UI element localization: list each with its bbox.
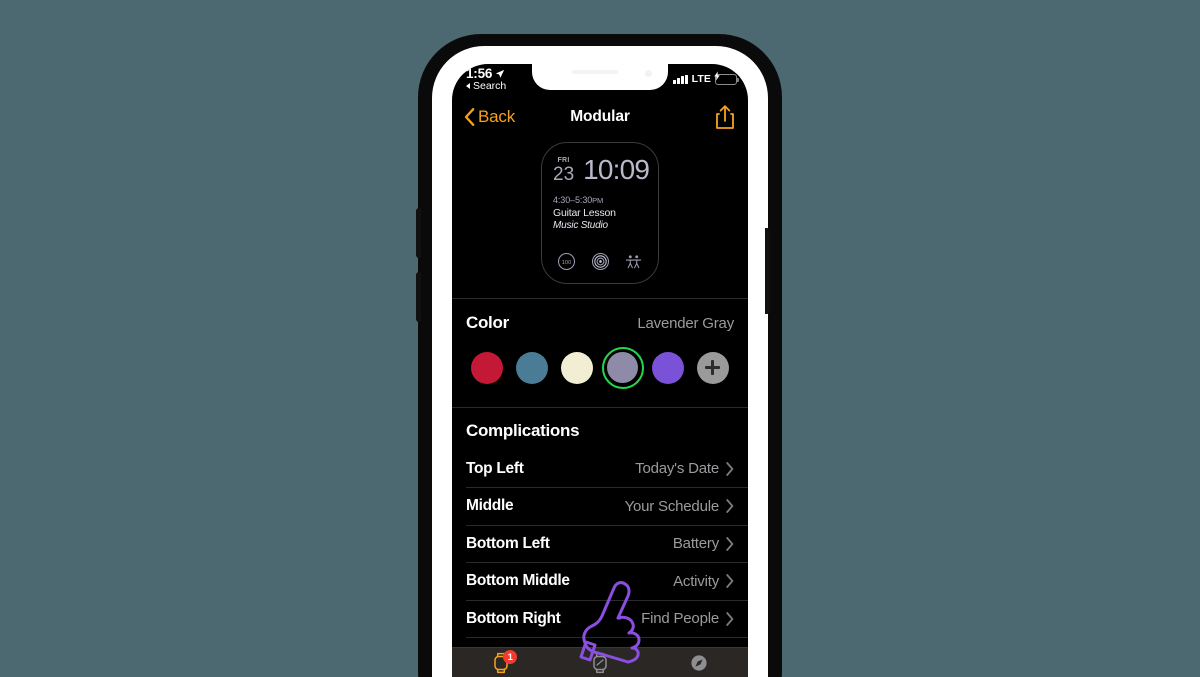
status-bar-right: LTE — [673, 71, 739, 85]
complication-value: Today's Date — [635, 460, 719, 478]
color-swatch-cream[interactable] — [556, 347, 598, 389]
color-swatch-purple[interactable] — [647, 347, 689, 389]
chevron-right-icon — [726, 574, 734, 589]
watch-face-preview[interactable]: FRI 23 10:09 4:30–5:30PM Guitar Lesson M… — [541, 142, 659, 284]
device-notch — [532, 64, 668, 90]
color-section: Color Lavender Gray — [452, 299, 748, 407]
color-section-title: Color — [466, 312, 509, 332]
battery-ring-icon: 100 — [557, 252, 576, 271]
tab-face-gallery[interactable] — [551, 648, 650, 677]
status-time-row: 1:56 — [466, 66, 505, 81]
watch-face-preview-area: FRI 23 10:09 4:30–5:30PM Guitar Lesson M… — [452, 138, 748, 298]
chevron-left-icon — [464, 108, 475, 126]
chevron-right-icon — [726, 612, 734, 626]
watch-face-icon — [593, 652, 607, 673]
watch-complication-your-schedule: 4:30–5:30PM Guitar Lesson Music Studio — [553, 195, 647, 233]
location-arrow-icon — [496, 69, 505, 78]
network-type-label: LTE — [691, 73, 711, 85]
watch-event-time: 4:30–5:30PM — [553, 195, 647, 206]
complication-row-middle[interactable]: Middle Your Schedule — [452, 488, 748, 526]
tab-my-watch[interactable]: 1 — [452, 648, 551, 677]
watch-complication-todays-date: FRI 23 — [553, 157, 574, 184]
chevron-right-icon — [726, 499, 734, 514]
complication-label: Bottom Right — [466, 609, 561, 627]
tab-bar: 1 — [452, 647, 748, 677]
status-bar-left: 1:56 Search — [466, 66, 506, 92]
cellular-signal-icon — [673, 74, 688, 84]
watch-event-title: Guitar Lesson — [553, 207, 616, 220]
complications-section: Complications Top Left Today's Date Midd… — [452, 407, 748, 638]
svg-text:100: 100 — [562, 260, 572, 266]
earpiece-speaker — [572, 70, 618, 74]
color-header: Color Lavender Gray — [466, 313, 734, 333]
status-back-to-app[interactable]: Search — [466, 80, 506, 92]
back-button[interactable]: Back — [464, 107, 515, 127]
complication-row-bottom-middle[interactable]: Bottom Middle Activity — [452, 563, 748, 601]
color-swatch-add-button[interactable] — [692, 347, 734, 389]
back-button-label: Back — [478, 107, 515, 126]
battery-charging-icon — [714, 71, 739, 85]
color-swatch-blue[interactable] — [511, 347, 553, 389]
watch-day-of-week: FRI — [557, 157, 570, 164]
watch-day-number: 23 — [553, 164, 575, 185]
color-swatch-list — [466, 346, 734, 389]
plus-icon — [696, 351, 729, 384]
complication-value: Your Schedule — [624, 497, 720, 515]
complication-value: Activity — [673, 572, 719, 590]
device-side-button[interactable] — [765, 228, 770, 314]
device-volume-down-button[interactable] — [416, 272, 421, 322]
share-icon[interactable] — [714, 104, 736, 130]
complication-label: Bottom Left — [466, 534, 550, 552]
complication-label: Top Left — [466, 459, 524, 477]
complication-label: Middle — [466, 497, 514, 515]
complication-row-bottom-left[interactable]: Bottom Left Battery — [452, 525, 748, 563]
watch-bottom-complications: 100 — [553, 252, 647, 273]
watch-face-top-row: FRI 23 10:09 — [553, 154, 650, 186]
phone-screen: 1:56 Search LTE Back Modular FRI 23 10:0… — [452, 64, 748, 677]
tab-badge: 1 — [503, 650, 518, 664]
chevron-right-icon — [726, 537, 734, 551]
find-people-icon — [625, 255, 642, 269]
complication-value: Battery — [672, 535, 719, 553]
watch-event-location: Music Studio — [553, 220, 608, 232]
screenshot-stage: 1:56 Search LTE Back Modular FRI 23 10:0… — [0, 0, 1200, 677]
navigation-bar: Back Modular — [452, 96, 748, 138]
tab-discover[interactable] — [649, 648, 748, 677]
compass-icon — [691, 654, 707, 671]
color-selected-name: Lavender Gray — [637, 314, 734, 332]
color-swatch-red[interactable] — [466, 347, 508, 389]
complication-label: Bottom Middle — [466, 572, 570, 590]
activity-rings-icon — [591, 252, 609, 271]
chevron-right-icon — [726, 462, 734, 476]
back-triangle-icon — [466, 83, 470, 89]
status-back-app-label: Search — [473, 80, 507, 92]
front-camera — [645, 70, 652, 77]
watch-event-time-suffix: PM — [592, 196, 604, 205]
watch-time: 10:09 — [583, 154, 650, 186]
charging-bolt-icon — [714, 71, 720, 80]
watch-event-time-range: 4:30–5:30 — [553, 195, 593, 205]
complications-section-title: Complications — [466, 421, 580, 441]
complication-row-top-left[interactable]: Top Left Today's Date — [452, 450, 748, 488]
status-time: 1:56 — [466, 66, 493, 81]
complication-row-bottom-right[interactable]: Bottom Right Find People — [452, 600, 748, 638]
device-volume-up-button[interactable] — [416, 208, 421, 258]
complication-value: Find People — [641, 610, 719, 628]
color-swatch-lavender-gray[interactable] — [601, 346, 644, 389]
